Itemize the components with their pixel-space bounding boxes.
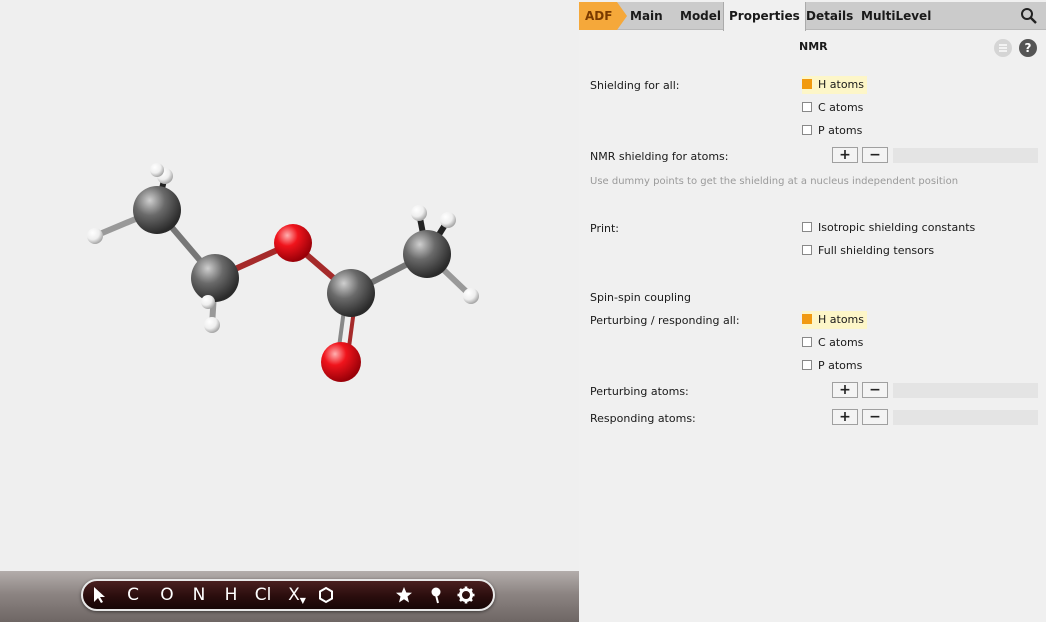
oxygen-atom: [321, 342, 361, 382]
responding-atoms-add-button[interactable]: +: [832, 409, 858, 425]
menu-icon: [999, 44, 1007, 52]
carbon-atom: [327, 269, 375, 317]
shielding-c-atoms-checkbox[interactable]: C atoms: [802, 99, 866, 117]
checkbox-label: H atoms: [818, 78, 864, 91]
checkbox-box: [802, 222, 812, 232]
perturbing-atoms-label: Perturbing atoms:: [590, 385, 689, 398]
settings-button[interactable]: [457, 583, 479, 607]
pointer-tool-button[interactable]: [91, 583, 113, 607]
search-button[interactable]: [1020, 7, 1038, 25]
hydrogen-atom: [411, 205, 427, 221]
molecule-canvas[interactable]: [0, 0, 579, 571]
nmr-shielding-atoms-label: NMR shielding for atoms:: [590, 150, 729, 163]
checkbox-box: [802, 245, 812, 255]
tab-multilevel[interactable]: MultiLevel: [861, 2, 931, 30]
section-title: NMR: [799, 40, 828, 53]
checkbox-label: P atoms: [818, 359, 863, 372]
shielding-for-all-label: Shielding for all:: [590, 79, 680, 92]
atom-toolbar: C O N H Cl X▼: [81, 579, 495, 611]
hexagon-ring-icon: [319, 586, 333, 604]
carbon-tool-button[interactable]: C: [123, 583, 143, 607]
checkbox-label: H atoms: [818, 313, 864, 326]
checkbox-box: [802, 360, 812, 370]
favorites-button[interactable]: [395, 583, 417, 607]
hydrogen-tool-button[interactable]: H: [221, 583, 241, 607]
shielding-h-atoms-checkbox[interactable]: H atoms: [802, 76, 867, 94]
checkbox-box: [802, 337, 812, 347]
molecule-viewer[interactable]: C O N H Cl X▼: [0, 0, 579, 622]
dummy-points-hint: Use dummy points to get the shielding at…: [590, 176, 959, 187]
responding-atoms-field[interactable]: [893, 410, 1038, 425]
star-icon: [396, 587, 412, 603]
responding-atoms-label: Responding atoms:: [590, 412, 696, 425]
tab-properties[interactable]: Properties: [723, 2, 806, 31]
atoms[interactable]: [87, 163, 479, 382]
hydrogen-atom: [201, 295, 215, 309]
nmr-shielding-add-button[interactable]: +: [832, 147, 858, 163]
properties-panel: ADF Main Model Properties Details MultiL…: [579, 0, 1046, 622]
hydrogen-atom: [150, 163, 164, 177]
menu-button[interactable]: [994, 39, 1012, 57]
isotropic-shielding-checkbox[interactable]: Isotropic shielding constants: [802, 219, 978, 237]
perturbing-responding-all-label: Perturbing / responding all:: [590, 314, 740, 327]
pin-tool-button[interactable]: [427, 583, 449, 607]
tab-details[interactable]: Details: [806, 2, 853, 30]
search-icon: [1021, 8, 1037, 24]
checkbox-box: [802, 79, 812, 89]
perturbing-atoms-remove-button[interactable]: −: [862, 382, 888, 398]
checkbox-label: Isotropic shielding constants: [818, 221, 976, 234]
checkbox-box: [802, 314, 812, 324]
perturbing-p-atoms-checkbox[interactable]: P atoms: [802, 357, 865, 375]
spin-spin-coupling-label: Spin-spin coupling: [590, 291, 691, 304]
hydrogen-atom: [204, 317, 220, 333]
checkbox-label: C atoms: [818, 336, 864, 349]
hydrogen-atom: [463, 288, 479, 304]
checkbox-label: Full shielding tensors: [818, 244, 935, 257]
checkbox-box: [802, 102, 812, 112]
perturbing-atoms-field[interactable]: [893, 383, 1038, 398]
full-shielding-tensors-checkbox[interactable]: Full shielding tensors: [802, 242, 937, 260]
nmr-shielding-remove-button[interactable]: −: [862, 147, 888, 163]
perturbing-h-atoms-checkbox[interactable]: H atoms: [802, 311, 867, 329]
chevron-down-icon: ▼: [299, 596, 306, 605]
tab-model[interactable]: Model: [680, 2, 721, 30]
carbon-atom: [191, 254, 239, 302]
checkbox-label: P atoms: [818, 124, 863, 137]
tab-main[interactable]: Main: [630, 2, 663, 30]
shielding-p-atoms-checkbox[interactable]: P atoms: [802, 122, 865, 140]
pin-icon: [431, 587, 441, 604]
carbon-atom: [403, 230, 451, 278]
pointer-icon: [94, 587, 105, 603]
gear-icon: [457, 586, 475, 604]
help-button[interactable]: ?: [1019, 39, 1037, 57]
other-element-dropdown[interactable]: X▼: [283, 583, 311, 607]
other-element-label: X: [288, 585, 300, 605]
nmr-shielding-atoms-field[interactable]: [893, 148, 1038, 163]
checkbox-label: C atoms: [818, 101, 864, 114]
perturbing-atoms-add-button[interactable]: +: [832, 382, 858, 398]
oxygen-atom: [274, 224, 312, 262]
perturbing-c-atoms-checkbox[interactable]: C atoms: [802, 334, 866, 352]
chlorine-tool-button[interactable]: Cl: [251, 583, 275, 607]
checkbox-box: [802, 125, 812, 135]
hydrogen-atom: [440, 212, 456, 228]
responding-atoms-remove-button[interactable]: −: [862, 409, 888, 425]
print-label: Print:: [590, 222, 620, 235]
carbon-atom: [133, 186, 181, 234]
tab-bar: ADF Main Model Properties Details MultiL…: [579, 2, 1046, 31]
tab-adf[interactable]: ADF: [579, 2, 627, 30]
ring-tool-button[interactable]: [317, 583, 339, 607]
nitrogen-tool-button[interactable]: N: [189, 583, 209, 607]
hydrogen-atom: [87, 228, 103, 244]
oxygen-tool-button[interactable]: O: [157, 583, 177, 607]
